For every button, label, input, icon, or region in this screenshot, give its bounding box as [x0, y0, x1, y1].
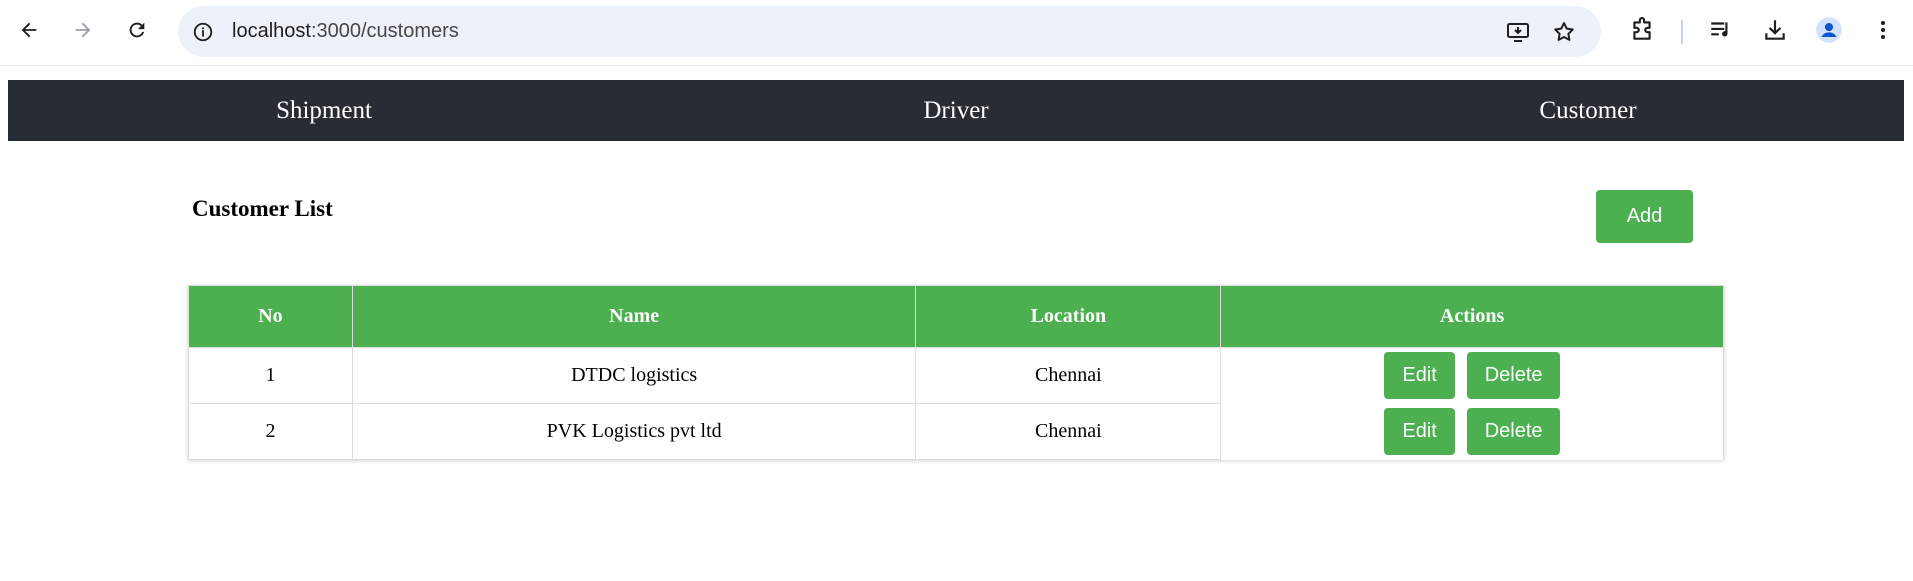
url-text[interactable]: localhost:3000/customers — [232, 6, 459, 57]
nav-item-driver[interactable]: Driver — [640, 80, 1272, 141]
column-header-location: Location — [915, 285, 1222, 348]
profile-avatar-icon[interactable] — [1814, 15, 1844, 45]
cell-no: 1 — [188, 347, 353, 404]
forward-button[interactable] — [66, 13, 100, 47]
address-bar[interactable]: localhost:3000/customers — [178, 6, 1601, 57]
cell-no: 2 — [188, 403, 353, 460]
site-info-icon[interactable] — [190, 19, 216, 45]
table-header-row: No Name Location Actions — [188, 285, 1724, 348]
edit-button[interactable]: Edit — [1384, 408, 1456, 455]
arrow-right-icon — [75, 22, 91, 38]
cell-location: Chennai — [915, 347, 1222, 404]
delete-button[interactable]: Delete — [1467, 352, 1561, 400]
delete-button[interactable]: Delete — [1467, 408, 1561, 455]
table-row: 1 DTDC logistics Chennai Edit Delete — [188, 347, 1724, 404]
cell-name: PVK Logistics pvt ltd — [351, 403, 917, 460]
edit-button[interactable]: Edit — [1384, 352, 1456, 400]
reload-button[interactable] — [120, 13, 154, 47]
arrow-left-icon — [21, 22, 37, 38]
more-menu-icon[interactable] — [1868, 15, 1898, 45]
add-customer-button[interactable]: Add — [1596, 190, 1693, 243]
back-button[interactable] — [12, 13, 46, 47]
page-title: Customer List — [192, 196, 333, 221]
cell-actions: Edit Delete — [1220, 403, 1724, 460]
bookmark-star-icon[interactable] — [1550, 18, 1578, 46]
install-app-icon[interactable] — [1504, 18, 1532, 46]
column-header-actions: Actions — [1220, 285, 1724, 348]
table-row: 2 PVK Logistics pvt ltd Chennai Edit Del… — [188, 403, 1724, 460]
url-host: localhost — [232, 20, 311, 42]
extensions-icon[interactable] — [1627, 15, 1657, 45]
column-header-name: Name — [351, 285, 917, 348]
cell-actions: Edit Delete — [1220, 347, 1724, 404]
nav-item-shipment[interactable]: Shipment — [8, 80, 640, 141]
customer-table: No Name Location Actions 1 DTDC logistic… — [188, 285, 1724, 460]
reload-icon — [129, 22, 145, 38]
downloads-icon[interactable] — [1760, 15, 1790, 45]
media-queue-icon[interactable] — [1706, 15, 1736, 45]
browser-toolbar: localhost:3000/customers — [0, 0, 1913, 66]
app-navbar: Shipment Driver Customer — [8, 80, 1904, 141]
cell-location: Chennai — [915, 403, 1222, 460]
url-path: :3000/customers — [310, 20, 459, 42]
toolbar-divider — [1681, 20, 1683, 44]
nav-item-customer[interactable]: Customer — [1272, 80, 1904, 141]
cell-name: DTDC logistics — [351, 347, 917, 404]
column-header-no: No — [188, 285, 353, 348]
